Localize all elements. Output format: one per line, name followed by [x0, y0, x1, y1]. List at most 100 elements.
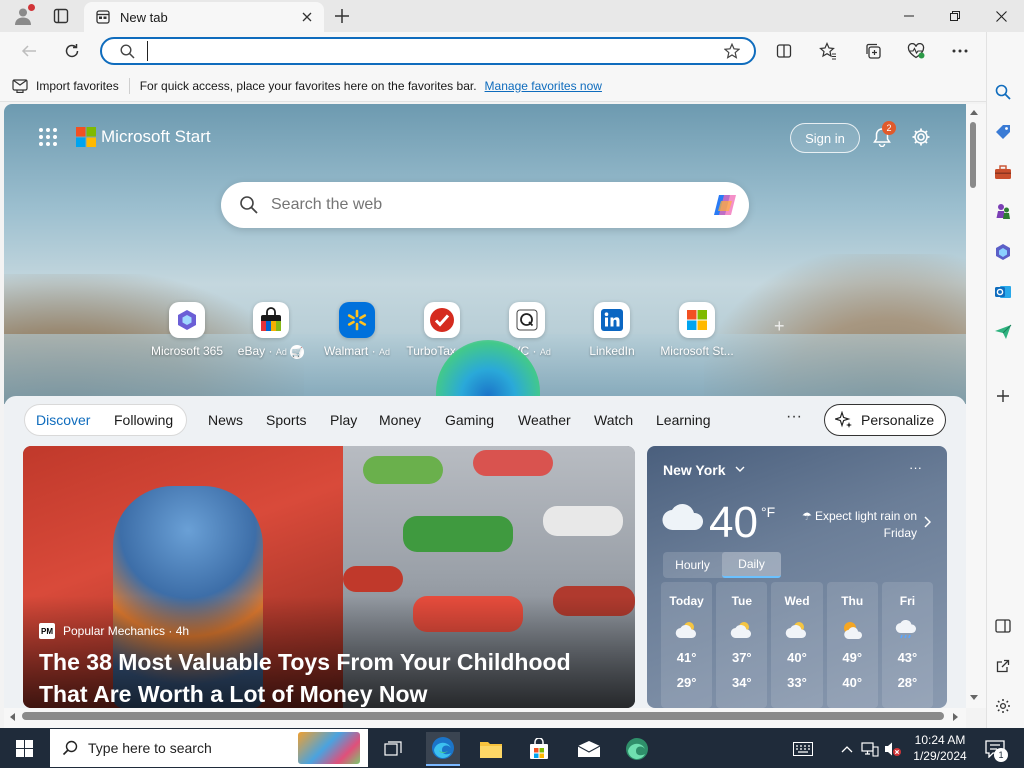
add-quick-link-button[interactable]: + [774, 317, 790, 335]
new-tab-button[interactable] [330, 4, 354, 28]
feed-tab-news[interactable]: News [208, 412, 243, 428]
feed-tab-play[interactable]: Play [330, 412, 357, 428]
browser-essentials-button[interactable] [901, 36, 931, 66]
app-launcher-icon[interactable] [38, 127, 58, 147]
feed-tab-following[interactable]: Following [114, 412, 173, 428]
chevron-down-icon[interactable] [735, 464, 745, 474]
forecast-day[interactable]: Wed 40° 33° [771, 582, 823, 708]
weather-city[interactable]: New York [663, 462, 726, 478]
forecast-day[interactable]: Thu 49° 40° [826, 582, 878, 708]
feed-tab-sports[interactable]: Sports [266, 412, 306, 428]
import-favorites-button[interactable]: Import favorites [12, 79, 119, 93]
quick-link-ebay[interactable]: eBay · Ad 🛒 [226, 302, 316, 359]
split-screen-button[interactable] [769, 36, 799, 66]
weather-tab-hourly[interactable]: Hourly [663, 552, 722, 578]
sign-in-button[interactable]: Sign in [790, 123, 860, 153]
taskbar-edge-button[interactable] [426, 732, 460, 766]
sidebar-outlook-button[interactable] [991, 280, 1015, 304]
tab-new-tab[interactable]: New tab [84, 2, 324, 32]
sidebar-hide-button[interactable] [991, 614, 1015, 638]
feed-tab-watch[interactable]: Watch [594, 412, 633, 428]
microsoft365-icon [169, 302, 205, 338]
more-settings-button[interactable] [945, 36, 975, 66]
cloud-icon [662, 504, 704, 531]
forecast-day[interactable]: Fri 43° 28° [881, 582, 934, 708]
feed-more-button[interactable]: ··· [786, 408, 802, 426]
back-button[interactable] [14, 36, 44, 66]
manage-favorites-link[interactable]: Manage favorites now [485, 79, 602, 93]
weather-card[interactable]: New York ··· 40 °F ☂ Expect light rain o… [647, 446, 947, 708]
favorites-button[interactable] [813, 36, 843, 66]
volume-button[interactable] [884, 740, 902, 758]
quick-link-microsoft-365[interactable]: Microsoft 365 [142, 302, 232, 358]
weather-more-button[interactable]: ··· [909, 460, 922, 475]
news-feed: Discover Following News Sports Play Mone… [4, 396, 966, 708]
favorite-star-button[interactable] [724, 43, 740, 59]
quick-link-microsoft-store[interactable]: Microsoft St... [652, 302, 742, 358]
copilot-search-button[interactable] [711, 190, 741, 220]
sidebar-add-button[interactable] [991, 384, 1015, 408]
taskbar-search-box[interactable]: Type here to search [50, 729, 368, 767]
scroll-left-icon[interactable] [8, 712, 16, 722]
sidebar-shopping-button[interactable] [991, 120, 1015, 144]
collections-button[interactable] [858, 36, 888, 66]
close-window-button[interactable] [978, 0, 1024, 32]
taskbar-file-explorer-button[interactable] [474, 732, 508, 766]
scroll-down-icon[interactable] [969, 694, 979, 702]
taskbar-clock[interactable]: 10:24 AM 1/29/2024 [910, 732, 970, 764]
vertical-scrollbar[interactable] [966, 104, 986, 708]
address-bar[interactable] [100, 37, 756, 65]
sidebar-drop-button[interactable] [991, 320, 1015, 344]
weather-alert[interactable]: ☂ Expect light rain on Friday [797, 508, 917, 541]
network-button[interactable] [861, 740, 879, 758]
forecast-day[interactable]: Tue 37° 34° [716, 582, 768, 708]
tab-close-button[interactable] [296, 6, 318, 28]
forecast-low: 29° [676, 675, 697, 690]
restore-button[interactable] [932, 0, 978, 32]
taskbar-edge-beta-button[interactable] [620, 732, 654, 766]
temperature-unit[interactable]: °F [761, 504, 775, 520]
task-view-button[interactable] [376, 732, 410, 766]
web-search-input[interactable] [271, 196, 711, 214]
tray-keyboard-button[interactable] [792, 740, 814, 758]
forecast-day[interactable]: Today 41° 29° [661, 582, 713, 708]
show-hidden-icons-button[interactable] [838, 740, 856, 758]
sidebar-search-button[interactable] [991, 80, 1015, 104]
chevron-right-icon[interactable] [923, 516, 931, 528]
feed-tab-money[interactable]: Money [379, 412, 421, 428]
sidebar-tools-button[interactable] [991, 160, 1015, 184]
tab-actions-button[interactable] [48, 4, 74, 28]
quick-link-walmart[interactable]: Walmart · Ad [312, 302, 402, 358]
vertical-scroll-thumb[interactable] [970, 122, 976, 188]
feed-tab-learning[interactable]: Learning [656, 412, 711, 428]
quick-link-label: LinkedIn [589, 344, 635, 358]
quick-link-linkedin[interactable]: LinkedIn [567, 302, 657, 358]
folder-icon [480, 742, 502, 758]
web-search-box[interactable] [221, 182, 749, 228]
weather-tab-daily[interactable]: Daily [722, 552, 781, 578]
personalize-button[interactable]: Personalize [824, 404, 946, 436]
feed-tab-discover[interactable]: Discover [36, 412, 90, 428]
start-button[interactable] [0, 728, 48, 768]
sidebar-microsoft365-button[interactable] [991, 240, 1015, 264]
scroll-right-icon[interactable] [952, 712, 960, 722]
top-story-card[interactable]: PM Popular Mechanics · 4h The 38 Most Va… [23, 446, 635, 708]
sidebar-settings-button[interactable] [991, 694, 1015, 718]
page-settings-button[interactable] [908, 124, 934, 150]
forecast-high: 41° [676, 650, 697, 665]
scroll-up-icon[interactable] [969, 108, 979, 116]
brand-title[interactable]: Microsoft Start [101, 127, 211, 147]
taskbar-mail-button[interactable] [572, 732, 606, 766]
refresh-button[interactable] [57, 36, 87, 66]
horizontal-scroll-thumb[interactable] [22, 712, 944, 720]
rain-umbrella-icon: ☂ [802, 511, 815, 523]
taskbar-store-button[interactable] [522, 732, 556, 766]
address-input[interactable] [147, 41, 724, 61]
feed-tab-weather[interactable]: Weather [518, 412, 571, 428]
feed-tab-gaming[interactable]: Gaming [445, 412, 494, 428]
taskbar-search-placeholder: Type here to search [88, 740, 212, 756]
sidebar-external-button[interactable] [991, 654, 1015, 678]
article-title[interactable]: The 38 Most Valuable Toys From Your Chil… [39, 646, 619, 708]
sidebar-games-button[interactable] [991, 200, 1015, 224]
minimize-button[interactable] [886, 0, 932, 32]
